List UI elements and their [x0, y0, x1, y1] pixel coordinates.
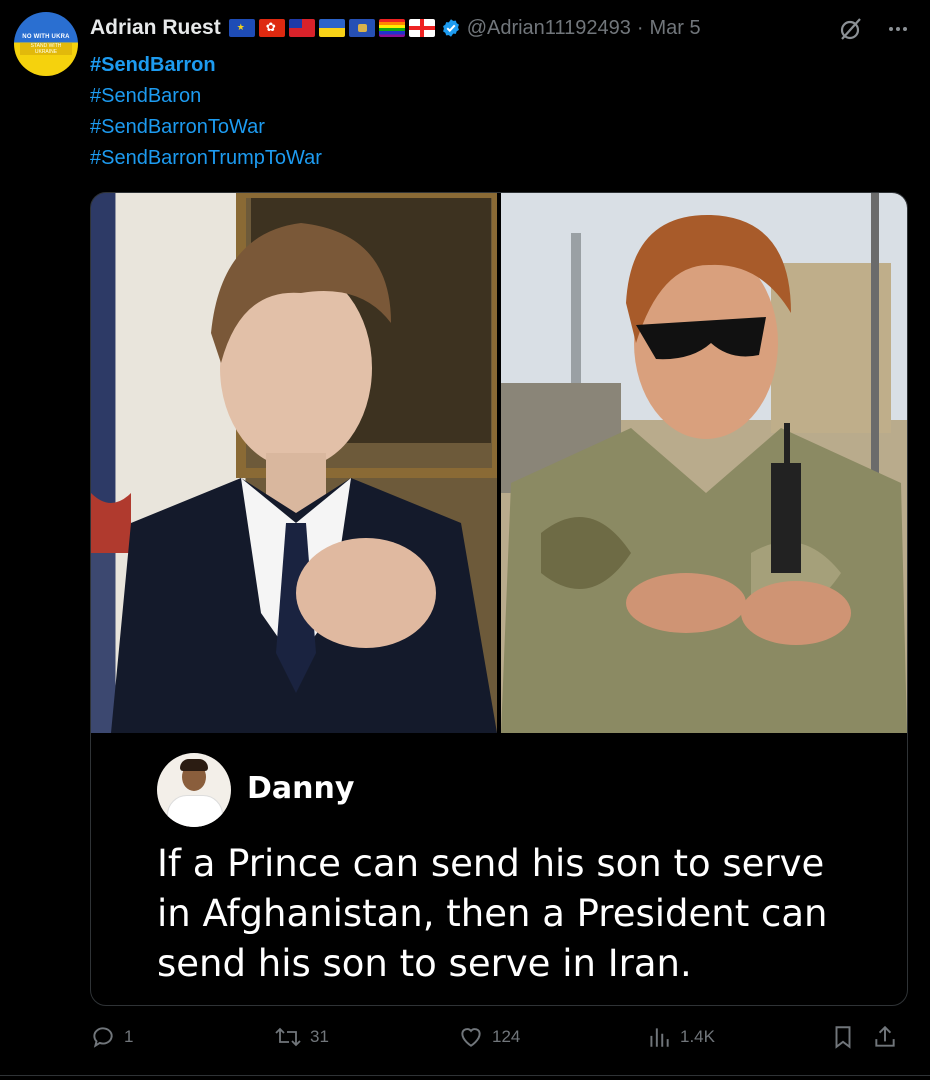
hashtag-link[interactable]: #SendBarronTrumpToWar [90, 143, 322, 174]
tweet-divider [0, 1075, 930, 1076]
grok-icon[interactable] [838, 16, 864, 42]
tweet-media-image[interactable]: Danny If a Prince can send his son to se… [90, 192, 908, 1006]
repost-button[interactable]: 31 [274, 1024, 329, 1050]
like-count: 124 [492, 1027, 521, 1046]
taiwan-flag-icon [288, 19, 315, 37]
date-separator: · [636, 16, 644, 39]
reply-icon [93, 1027, 113, 1048]
georgia-flag-icon [408, 19, 435, 37]
author-handle[interactable]: @Adrian11192493 [467, 17, 631, 40]
verified-badge-icon[interactable] [441, 18, 461, 38]
reply-count: 1 [124, 1027, 134, 1046]
photo-young-man-in-suit [91, 193, 497, 733]
hashtag-link[interactable]: #SendBarronToWar [90, 112, 322, 143]
bookmark-icon [835, 1026, 851, 1049]
views-button[interactable]: 1.4K [646, 1024, 715, 1050]
reply-button[interactable]: 1 [90, 1024, 133, 1050]
quoted-post-card: Danny If a Prince can send his son to se… [135, 733, 863, 1005]
views-bar-chart-icon [650, 1028, 669, 1047]
hashtag-link[interactable]: #SendBarron [90, 50, 322, 81]
tweet-action-bar: 1 31 124 1.4K [90, 1024, 902, 1056]
tweet-date[interactable]: Mar 5 [650, 17, 701, 40]
tweet-top-actions [838, 16, 910, 42]
quote-text: If a Prince can send his son to serve in… [157, 842, 828, 985]
rainbow-flag-icon [378, 19, 405, 37]
like-button[interactable]: 124 [458, 1024, 520, 1050]
photo-soldier-in-uniform [501, 193, 907, 733]
author-avatar[interactable]: NO WITH UKRA STAND WITH UKRAINE [14, 12, 78, 76]
eu-flag-icon [228, 19, 255, 37]
repost-icon [275, 1027, 301, 1047]
bookmark-button[interactable] [830, 1024, 856, 1050]
view-count: 1.4K [680, 1027, 715, 1046]
ukraine-flag-icon [318, 19, 345, 37]
tweet-header: Adrian Ruest @Adrian11192493 · Mar 5 [90, 14, 701, 42]
name-flags [228, 19, 435, 37]
kosovo-flag-icon [348, 19, 375, 37]
quote-author-avatar [157, 753, 231, 827]
author-name[interactable]: Adrian Ruest [90, 16, 221, 40]
heart-icon [461, 1028, 481, 1047]
hashtag-link[interactable]: #SendBaron [90, 81, 322, 112]
avatar-badge-text-2: STAND WITH UKRAINE [20, 43, 72, 55]
more-options-icon[interactable] [886, 17, 910, 41]
repost-count: 31 [310, 1027, 329, 1046]
quote-author-name: Danny [247, 771, 355, 806]
share-button[interactable] [872, 1024, 898, 1050]
share-icon [875, 1025, 895, 1047]
avatar-badge-text: NO WITH UKRA [22, 34, 70, 40]
tweet-hashtags: #SendBarron #SendBaron #SendBarronToWar … [90, 50, 322, 174]
hong-kong-flag-icon [258, 19, 285, 37]
